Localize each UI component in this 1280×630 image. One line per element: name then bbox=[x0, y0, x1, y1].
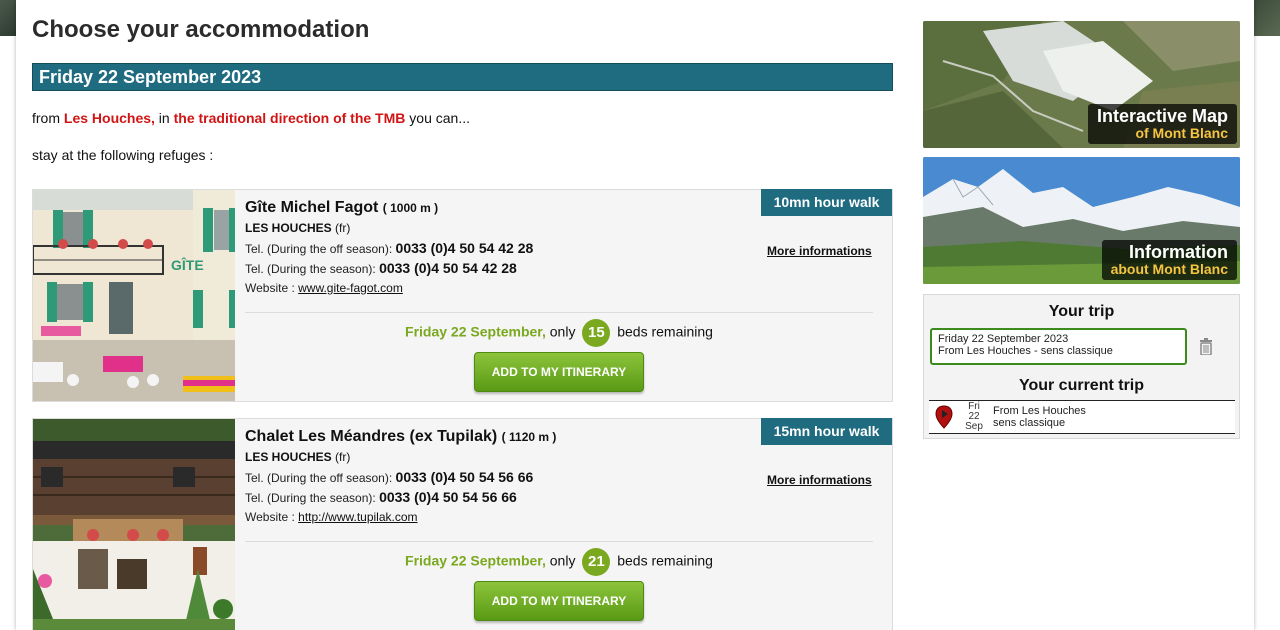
information-label: Information about Mont Blanc bbox=[1101, 240, 1237, 280]
availability-line: Friday 22 September, only 21 beds remain… bbox=[245, 548, 873, 576]
website-label: Website : bbox=[245, 281, 299, 295]
refuge-name: Gîte Michel Fagot bbox=[245, 199, 379, 216]
information-title: Information bbox=[1129, 242, 1228, 262]
tel-season-label: Tel. (During the season): bbox=[245, 262, 380, 276]
trip-entry[interactable]: Friday 22 September 2023 From Les Houche… bbox=[930, 328, 1187, 365]
date-header: Friday 22 September 2023 bbox=[32, 63, 893, 91]
intro-middle: in bbox=[154, 110, 174, 126]
current-trip-title: Your current trip bbox=[1018, 377, 1145, 394]
availability-only: only bbox=[545, 323, 580, 340]
tel-off-number: 0033 (0)4 50 54 56 66 bbox=[395, 469, 534, 485]
tel-season-number: 0033 (0)4 50 54 42 28 bbox=[379, 260, 517, 276]
website-link[interactable]: http://www.tupilak.com bbox=[298, 510, 417, 524]
refuge-photo[interactable]: GÎTE bbox=[33, 190, 235, 401]
trip-entry-from: From Les Houches - sens classique bbox=[938, 345, 1113, 357]
map-marker-icon bbox=[935, 405, 953, 429]
website-link[interactable]: www.gite-fagot.com bbox=[298, 281, 403, 295]
intro-line-2: stay at the following refuges : bbox=[32, 147, 214, 163]
your-trip-panel: Your trip Friday 22 September 2023 From … bbox=[923, 294, 1240, 439]
town-name: LES HOUCHES bbox=[245, 450, 332, 464]
tel-off-label: Tel. (During the off season): bbox=[245, 242, 396, 256]
information-banner[interactable]: Information about Mont Blanc bbox=[923, 157, 1240, 284]
more-informations-link[interactable]: More informations bbox=[767, 244, 872, 258]
information-subtitle: about Mont Blanc bbox=[1110, 261, 1228, 277]
start-location-link[interactable]: Les Houches, bbox=[64, 110, 155, 126]
background-photo-right bbox=[1254, 0, 1280, 36]
map-title: Interactive Map bbox=[1096, 106, 1228, 126]
tel-season: Tel. (During the season): 0033 (0)4 50 5… bbox=[245, 260, 517, 276]
refuge-name-line: Chalet Les Méandres (ex Tupilak) ( 1120 … bbox=[245, 428, 556, 446]
direction-link[interactable]: the traditional direction of the TMB bbox=[174, 110, 406, 126]
interactive-map-banner[interactable]: Interactive Map of Mont Blanc bbox=[923, 21, 1240, 148]
availability-date: Friday 22 September, bbox=[405, 323, 546, 340]
refuge-altitude: ( 1000 m ) bbox=[382, 201, 439, 215]
website-line: Website : www.gite-fagot.com bbox=[245, 281, 403, 295]
intro-text: from Les Houches, in the traditional dir… bbox=[32, 110, 470, 126]
beds-remaining-text: beds remaining bbox=[613, 323, 713, 340]
walk-time-badge: 10mn hour walk bbox=[761, 189, 892, 216]
current-trip-row[interactable]: Fri 22 Sep From Les Houches sens classiq… bbox=[929, 400, 1235, 434]
refuge-town: LES HOUCHES (fr) bbox=[245, 221, 350, 235]
beds-remaining-text: beds remaining bbox=[613, 552, 713, 569]
trash-icon[interactable] bbox=[1199, 338, 1213, 356]
card-divider bbox=[245, 312, 873, 313]
card-divider bbox=[245, 541, 873, 542]
more-informations-link[interactable]: More informations bbox=[767, 473, 872, 487]
current-trip-line-2: sens classique bbox=[993, 417, 1066, 429]
availability-date: Friday 22 September, bbox=[405, 552, 546, 569]
calendar-date: Fri 22 Sep bbox=[963, 402, 985, 432]
page-title: Choose your accommodation bbox=[32, 16, 370, 43]
refuge-card: GÎTE 10mn hour walk Gîte Michel Fagot (… bbox=[32, 189, 893, 402]
walk-time-badge: 15mn hour walk bbox=[761, 418, 892, 445]
intro-suffix: you can... bbox=[405, 110, 470, 126]
current-trip-line-1: From Les Houches bbox=[993, 405, 1086, 417]
tel-season-label: Tel. (During the season): bbox=[245, 491, 380, 505]
page-container: Choose your accommodation Friday 22 Sept… bbox=[16, 0, 1254, 630]
refuge-name: Chalet Les Méandres (ex Tupilak) bbox=[245, 428, 498, 445]
refuge-photo[interactable] bbox=[33, 419, 235, 630]
add-to-itinerary-button[interactable]: ADD TO MY ITINERARY bbox=[474, 352, 644, 392]
tel-off-label: Tel. (During the off season): bbox=[245, 471, 396, 485]
intro-prefix: from bbox=[32, 110, 64, 126]
refuge-altitude: ( 1120 m ) bbox=[501, 430, 557, 444]
add-to-itinerary-button[interactable]: ADD TO MY ITINERARY bbox=[474, 581, 644, 621]
your-trip-title: Your trip bbox=[1048, 303, 1115, 320]
tel-off-season: Tel. (During the off season): 0033 (0)4 … bbox=[245, 469, 533, 485]
refuge-name-line: Gîte Michel Fagot ( 1000 m ) bbox=[245, 199, 438, 217]
country-code: (fr) bbox=[331, 221, 351, 235]
refuge-card: 15mn hour walk Chalet Les Méandres (ex T… bbox=[32, 418, 893, 630]
town-name: LES HOUCHES bbox=[245, 221, 332, 235]
tel-off-season: Tel. (During the off season): 0033 (0)4 … bbox=[245, 240, 533, 256]
current-trip-text: From Les Houches sens classique bbox=[993, 405, 1086, 429]
tel-season-number: 0033 (0)4 50 54 56 66 bbox=[379, 489, 517, 505]
map-subtitle: of Mont Blanc bbox=[1135, 125, 1228, 141]
beds-count-badge: 21 bbox=[582, 548, 611, 576]
beds-count-badge: 15 bbox=[582, 319, 611, 347]
svg-text:GÎTE: GÎTE bbox=[171, 256, 204, 273]
tel-off-number: 0033 (0)4 50 54 42 28 bbox=[395, 240, 534, 256]
availability-only: only bbox=[545, 552, 580, 569]
availability-line: Friday 22 September, only 15 beds remain… bbox=[245, 319, 873, 347]
website-label: Website : bbox=[245, 510, 299, 524]
calendar-month: Sep bbox=[965, 421, 983, 432]
refuge-town: LES HOUCHES (fr) bbox=[245, 450, 350, 464]
trip-entry-date: Friday 22 September 2023 bbox=[938, 333, 1069, 345]
website-line: Website : http://www.tupilak.com bbox=[245, 510, 418, 524]
country-code: (fr) bbox=[331, 450, 351, 464]
tel-season: Tel. (During the season): 0033 (0)4 50 5… bbox=[245, 489, 517, 505]
map-label: Interactive Map of Mont Blanc bbox=[1087, 104, 1237, 144]
background-photo-left bbox=[0, 0, 16, 36]
